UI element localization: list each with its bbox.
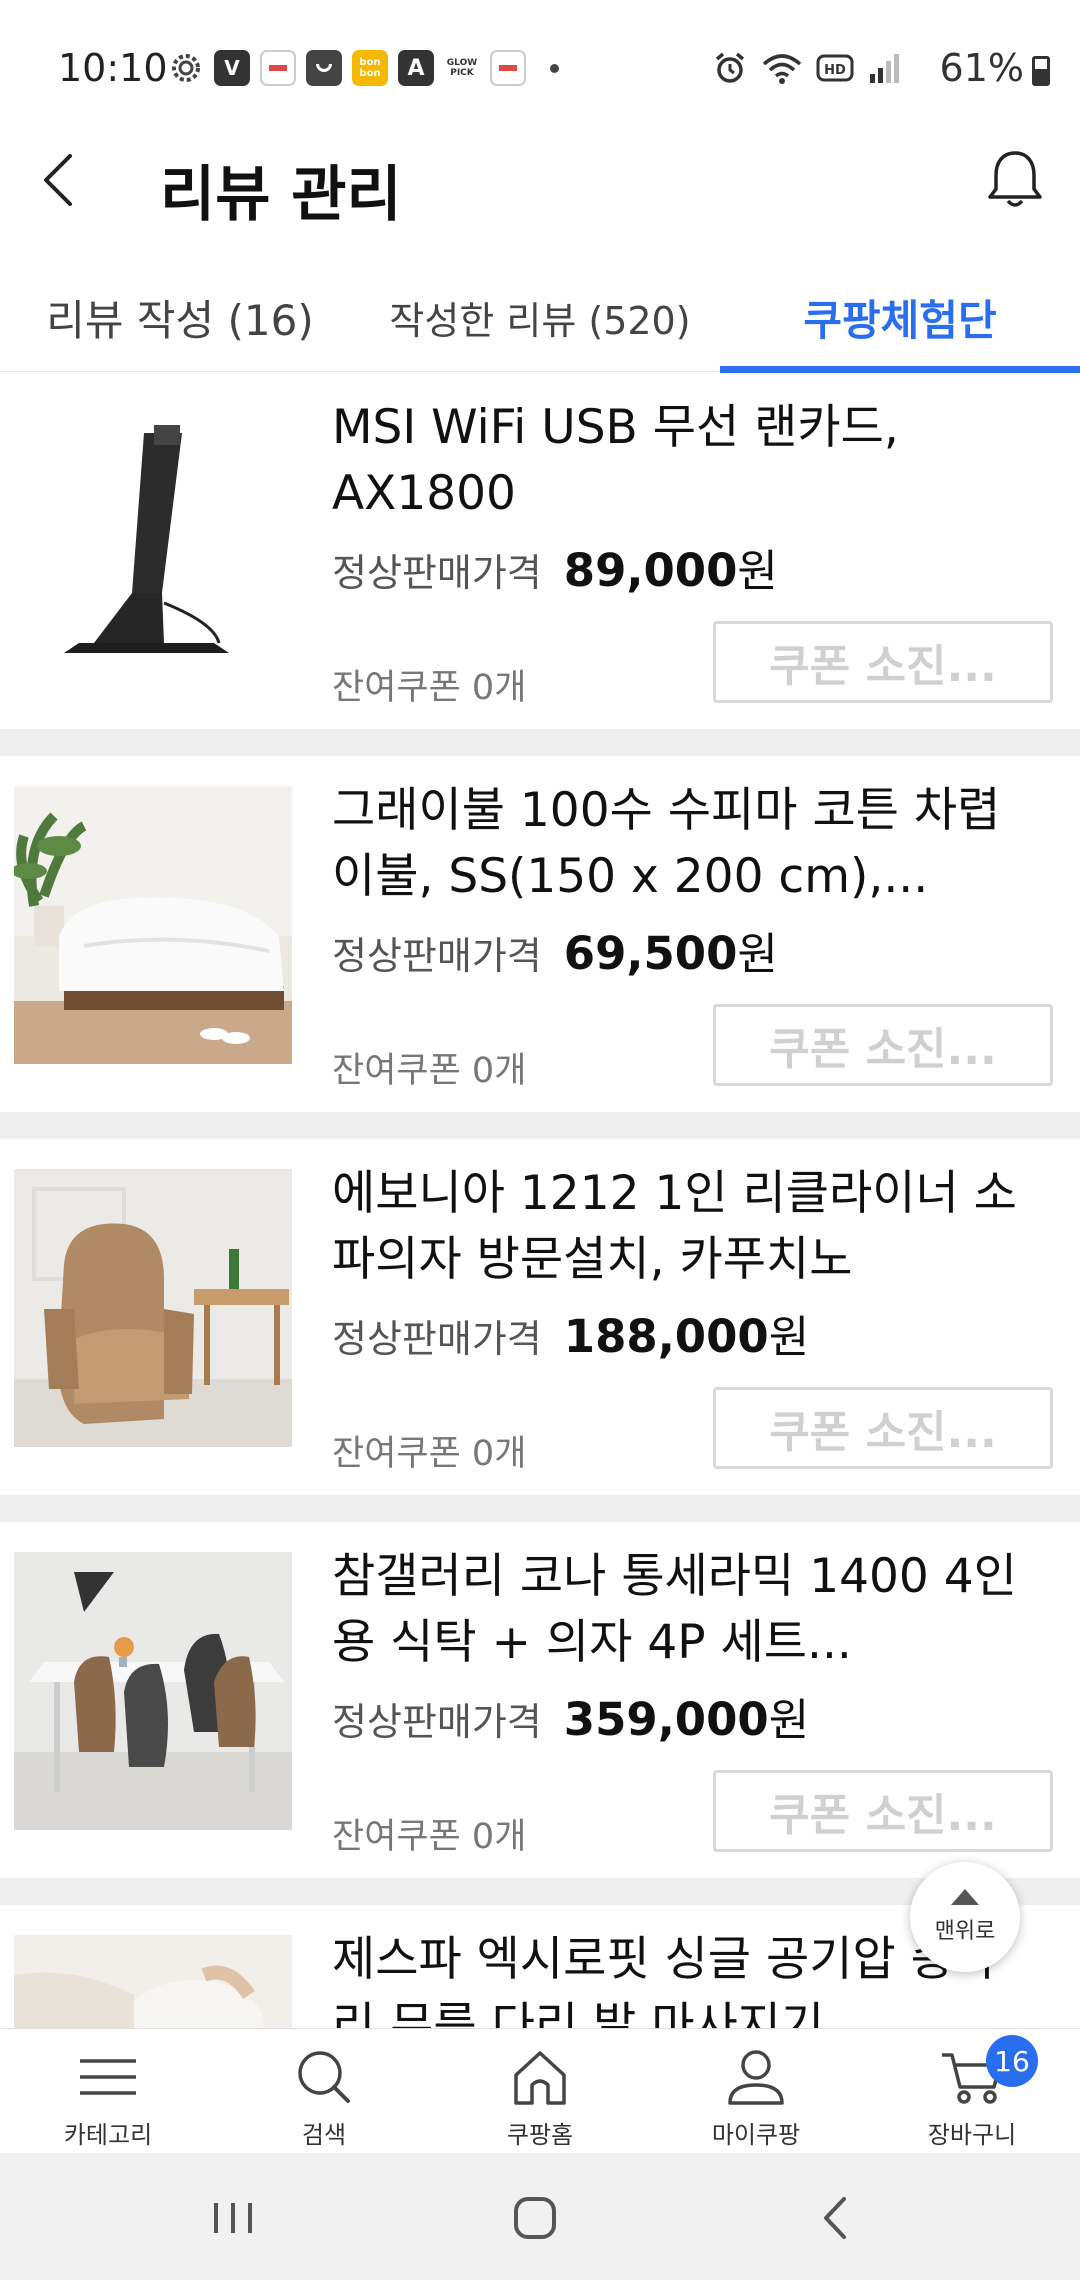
tab-coupang-trial[interactable]: 쿠팡체험단 [720,262,1080,372]
vs-app-icon: V [214,50,250,86]
tab-label: 작성한 리뷰 (520) [389,298,691,343]
coupon-remaining: 잔여쿠폰 0개 [332,1817,527,1857]
nav-item-my-coupang[interactable]: 마이쿠팡 [648,2029,864,2153]
hd-voice-icon: HD [816,54,854,82]
coupon-soldout-button[interactable]: 쿠폰 소진... [713,1387,1053,1469]
price-unit: 원 [768,1312,810,1363]
product-image [14,1552,292,1830]
list-item[interactable]: 그래이불 100수 수피마 코튼 차렵이불, SS(150 x 200 cm),… [0,756,1080,1112]
product-name[interactable]: 에보니아 1212 1인 리클라이너 소파의자 방문설치, 카푸치노 [332,1161,1032,1293]
tab-label: 리뷰 작성 (16) [46,295,314,345]
product-image [14,1935,292,2028]
coupon-soldout-button[interactable]: 쿠폰 소진... [713,1770,1053,1852]
a-app-icon: A [398,50,434,86]
product-image [14,786,292,1064]
nav-label: 검색 [301,2121,347,2149]
bonbon-app-icon: bon bon [352,50,388,86]
cart-count-badge: 16 [986,2035,1038,2087]
signal-icon [870,54,899,83]
scroll-to-top-button[interactable]: 맨위로 [910,1862,1020,1972]
search-icon [298,2051,350,2103]
app-badge-icon-2 [490,50,526,86]
product-image [14,1169,292,1447]
coupang-app-icon [306,50,342,86]
tab-write-review[interactable]: 리뷰 작성 (16) [0,262,360,372]
product-name[interactable]: MSI WiFi USB 무선 랜카드, AX1800 [332,395,1032,527]
review-tabs: 리뷰 작성 (16) 작성한 리뷰 (520) 쿠팡체험단 [0,262,1080,373]
wifi-icon [762,54,802,84]
person-icon [728,2050,784,2105]
price-row: 정상판매가격 188,000 원 [332,1301,809,1365]
price-value: 69,500 [563,927,738,980]
nav-item-category[interactable]: 카테고리 [0,2029,216,2153]
tab-written-reviews[interactable]: 작성한 리뷰 (520) [360,262,720,372]
home-button[interactable] [500,2183,570,2253]
svg-text:HD: HD [824,63,846,78]
list-item[interactable]: MSI WiFi USB 무선 랜카드, AX1800 정상판매가격 89,00… [0,373,1080,729]
nav-label: 쿠팡홈 [506,2121,574,2149]
product-list[interactable]: MSI WiFi USB 무선 랜카드, AX1800 정상판매가격 89,00… [0,373,1080,2028]
nav-item-search[interactable]: 검색 [216,2029,432,2153]
app-header: 리뷰 관리 [0,120,1080,240]
status-time: 10:10 [58,46,168,90]
nav-label: 마이쿠팡 [711,2121,801,2149]
price-row: 정상판매가격 69,500 원 [332,918,778,982]
nav-label: 카테고리 [63,2121,153,2149]
coupon-remaining: 잔여쿠폰 0개 [332,668,527,708]
arrow-up-icon [951,1889,979,1905]
price-value: 188,000 [563,1310,769,1363]
nav-label: 장바구니 [927,2121,1017,2149]
price-label: 정상판매가격 [332,551,542,595]
scroll-to-top-label: 맨위로 [934,1919,996,1944]
active-tab-indicator [720,366,1080,373]
coupon-soldout-button[interactable]: 쿠폰 소진... [713,1004,1053,1086]
price-row: 정상판매가격 89,000 원 [332,535,778,599]
price-unit: 원 [737,546,778,597]
product-name[interactable]: 참갤러리 코나 통세라믹 1400 4인용 식탁 + 의자 4P 세트... [332,1544,1032,1676]
system-back-button[interactable] [802,2183,872,2253]
menu-icon [80,2059,136,2095]
home-icon [514,2051,566,2105]
price-label: 정상판매가격 [332,1317,542,1361]
price-unit: 원 [768,1695,810,1746]
more-notifications-dot [550,63,559,73]
notification-bell-icon[interactable] [980,145,1050,215]
status-bar: 10:10 V bon bon A GLOW PICK HD 61% [0,0,1080,140]
list-item[interactable]: 에보니아 1212 1인 리클라이너 소파의자 방문설치, 카푸치노 정상판매가… [0,1139,1080,1495]
notification-icons: V bon bon A GLOW PICK [168,50,559,86]
price-value: 89,000 [563,544,738,597]
system-navigation-bar [0,2153,1080,2280]
battery-icon [1032,56,1050,86]
alarm-icon [715,52,745,83]
nav-item-cart[interactable]: 장바구니 16 [864,2029,1080,2153]
page-title: 리뷰 관리 [160,160,402,230]
back-button[interactable] [30,150,90,210]
product-image [14,403,292,681]
product-name[interactable]: 그래이불 100수 수피마 코튼 차렵이불, SS(150 x 200 cm),… [332,778,1032,910]
list-item[interactable]: 참갤러리 코나 통세라믹 1400 4인용 식탁 + 의자 4P 세트... 정… [0,1522,1080,1878]
coupon-soldout-button[interactable]: 쿠폰 소진... [713,621,1053,703]
battery-percentage: 61% [939,46,1024,90]
coupon-remaining: 잔여쿠폰 0개 [332,1434,527,1474]
price-label: 정상판매가격 [332,1700,542,1744]
tab-label: 쿠팡체험단 [803,295,997,345]
price-value: 359,000 [563,1693,769,1746]
coupon-remaining: 잔여쿠폰 0개 [332,1051,527,1091]
glowpick-app-icon: GLOW PICK [444,50,480,86]
nav-item-home[interactable]: 쿠팡홈 [432,2029,648,2153]
recent-apps-button[interactable] [198,2183,268,2253]
price-unit: 원 [737,929,778,980]
system-status-icons: HD [712,50,902,86]
settings-gear-icon [172,54,200,82]
price-label: 정상판매가격 [332,934,542,978]
price-row: 정상판매가격 359,000 원 [332,1684,809,1748]
app-badge-icon-1 [260,50,296,86]
bottom-navigation: 카테고리 검색 쿠팡홈 마이쿠팡 장바구니 16 [0,2028,1080,2153]
